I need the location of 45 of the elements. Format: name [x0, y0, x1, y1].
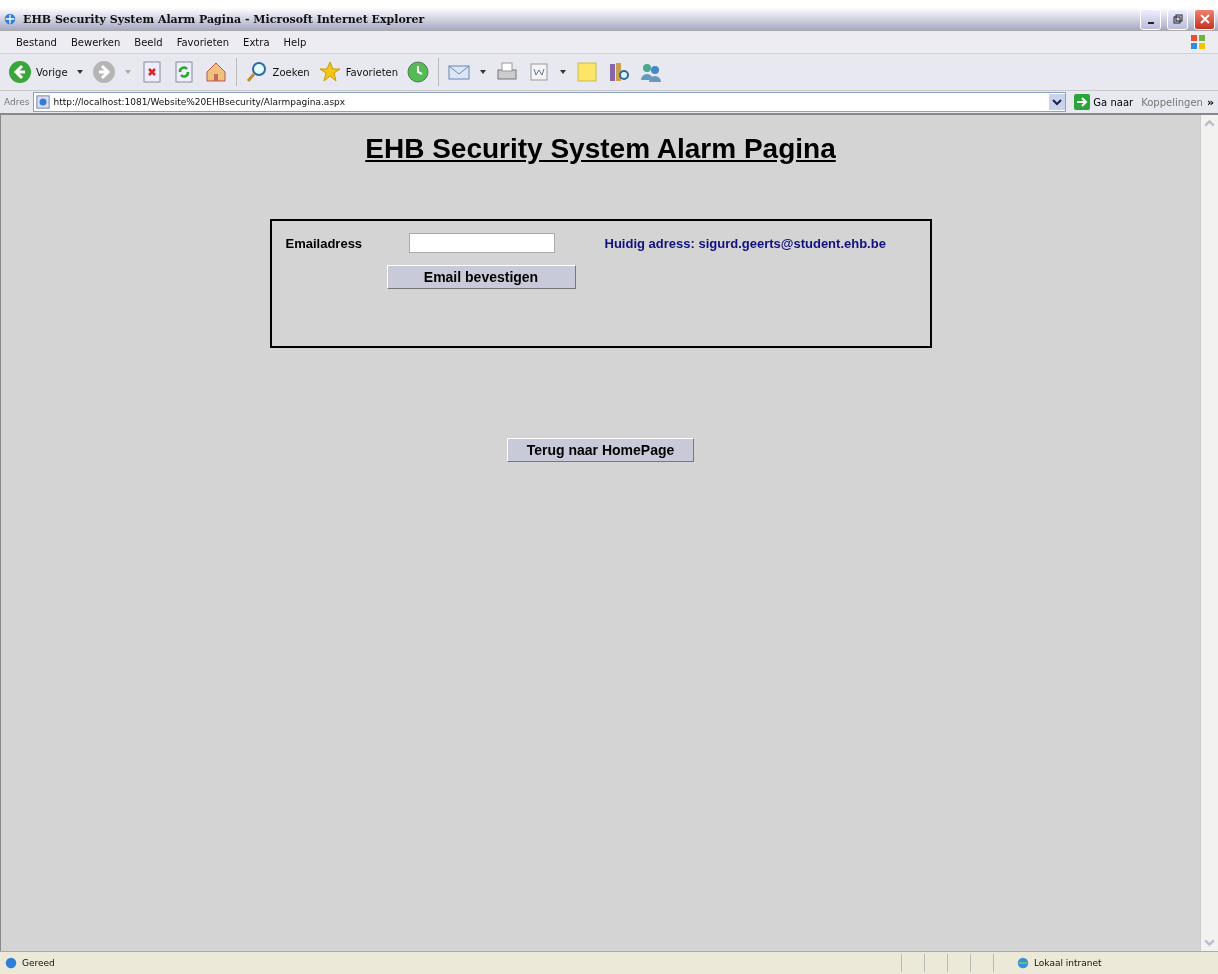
more-chevron[interactable]: »	[1206, 95, 1214, 109]
minimize-icon	[1147, 21, 1154, 24]
menu-item[interactable]: Bestand	[16, 36, 57, 48]
confirm-email-button[interactable]: Email bevestigen	[386, 265, 576, 289]
page-heading: EHB Security System Alarm Pagina	[365, 133, 836, 165]
menu-item[interactable]: Extra	[243, 36, 270, 48]
history-icon[interactable]	[406, 60, 431, 84]
favorites-button[interactable]: Favorieten	[317, 60, 399, 84]
window-title: EHB Security System Alarm Pagina - Microsoft Internet Explorer	[23, 12, 425, 26]
dropdown-arrow-icon[interactable]	[479, 68, 488, 76]
current-address: Huidig adress: sigurd.geerts@student.ehb.be	[604, 235, 886, 251]
restore-icon	[1172, 14, 1183, 24]
dropdown-arrow-icon[interactable]	[75, 68, 84, 76]
windows-logo-icon	[1190, 34, 1206, 50]
email-label: Emailadress	[285, 235, 364, 251]
close-icon	[1199, 14, 1210, 24]
email-input[interactable]	[408, 233, 555, 253]
links-label[interactable]: Koppelingen	[1141, 96, 1203, 108]
menu-item[interactable]: Favorieten	[176, 36, 230, 48]
zone-text: Lokaal intranet	[1034, 958, 1103, 968]
homepage-button[interactable]: Terug naar HomePage	[507, 438, 694, 462]
arrow-icon	[1074, 94, 1091, 110]
star-icon	[317, 60, 342, 84]
menu-item[interactable]: Help	[283, 36, 307, 48]
research-icon[interactable]	[607, 60, 632, 84]
go-button[interactable]: Ga naar	[1070, 94, 1138, 110]
home-icon[interactable]	[203, 60, 228, 84]
status-text: Gereed	[22, 958, 55, 968]
close-button[interactable]	[1194, 8, 1215, 30]
browser-icon	[3, 12, 17, 26]
restore-button[interactable]	[1167, 8, 1188, 30]
back-button[interactable]: Vorige	[8, 60, 68, 84]
dropdown-arrow-icon[interactable]	[559, 68, 568, 76]
menu-item[interactable]: Bewerken	[70, 36, 121, 48]
globe-icon	[1016, 956, 1030, 970]
page-icon	[4, 956, 18, 970]
minimize-button[interactable]	[1140, 8, 1161, 30]
forward-icon[interactable]	[91, 60, 116, 84]
search-icon	[244, 60, 269, 84]
menu-item[interactable]: Beeld	[134, 36, 163, 48]
scrollbar[interactable]	[1200, 115, 1218, 951]
address-field[interactable]: http://localhost:1081/Website%20EHBsecurity/Alarmpagina.aspx	[33, 92, 1067, 112]
search-button[interactable]: Zoeken	[244, 60, 310, 84]
page-icon	[36, 95, 51, 109]
address-label: Adres	[4, 97, 30, 107]
